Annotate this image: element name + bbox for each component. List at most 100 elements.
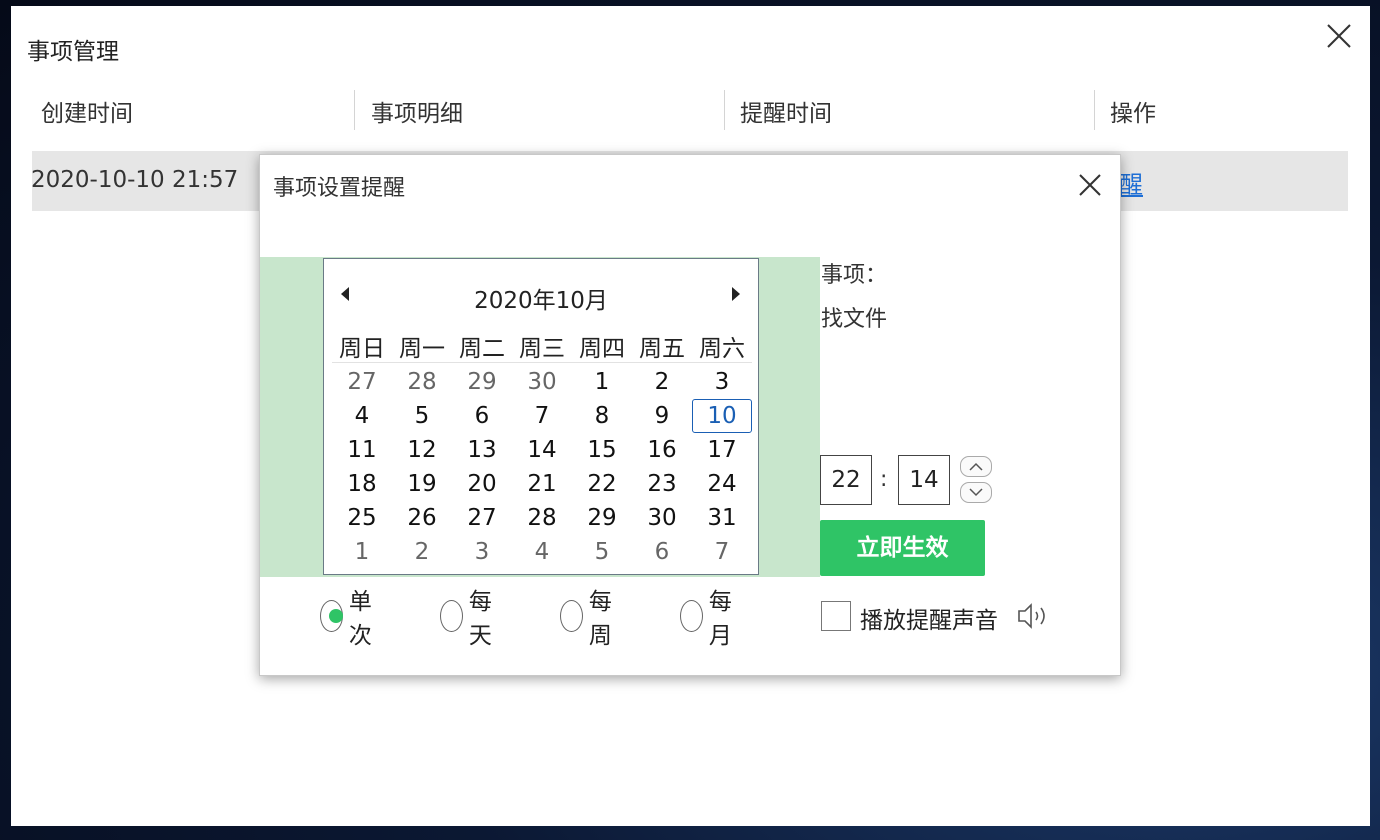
- calendar-day[interactable]: 19: [392, 467, 452, 501]
- radio-button-checked[interactable]: [320, 600, 343, 632]
- calendar-day[interactable]: 14: [512, 433, 572, 467]
- radio-label: 每月: [708, 589, 732, 649]
- calendar-day[interactable]: 31: [692, 501, 752, 535]
- next-month-button[interactable]: [729, 285, 743, 303]
- calendar-week-row: 11 12 13 14 15 16 17: [332, 433, 752, 467]
- calendar-day[interactable]: 27: [332, 365, 392, 399]
- calendar-day[interactable]: 7: [512, 399, 572, 433]
- calendar-day[interactable]: 6: [452, 399, 512, 433]
- calendar-day[interactable]: 4: [332, 399, 392, 433]
- calendar-day[interactable]: 28: [392, 365, 452, 399]
- radio-monthly[interactable]: 每月: [680, 589, 741, 649]
- minute-input[interactable]: 14: [898, 455, 950, 505]
- calendar-day[interactable]: 3: [452, 535, 512, 569]
- calendar-day[interactable]: 25: [332, 501, 392, 535]
- calendar-day-grid: 27 28 29 30 1 2 3 4 5 6 7 8 9 10 11 12 1…: [332, 365, 752, 569]
- weekday-label: 周六: [699, 336, 745, 362]
- calendar-day[interactable]: 29: [452, 365, 512, 399]
- calendar-week-row: 27 28 29 30 1 2 3: [332, 365, 752, 399]
- column-header-created: 创建时间: [41, 101, 133, 127]
- calendar-day[interactable]: 9: [632, 399, 692, 433]
- calendar-day[interactable]: 21: [512, 467, 572, 501]
- radio-label: 单次: [348, 589, 372, 649]
- column-header-remind-time: 提醒时间: [740, 101, 832, 127]
- dialog-close-button[interactable]: [1077, 172, 1103, 198]
- column-header-detail: 事项明细: [371, 101, 463, 127]
- time-decrement-button[interactable]: [960, 482, 992, 503]
- chevron-up-icon: [969, 462, 983, 471]
- calendar-week-row: 18 19 20 21 22 23 24: [332, 467, 752, 501]
- calendar-day[interactable]: 26: [392, 501, 452, 535]
- calendar-day[interactable]: 24: [692, 467, 752, 501]
- calendar-day[interactable]: 11: [332, 433, 392, 467]
- apply-now-button[interactable]: 立即生效: [820, 520, 985, 576]
- weekday-label: 周三: [519, 336, 565, 362]
- calendar-day[interactable]: 1: [572, 365, 632, 399]
- calendar-day[interactable]: 23: [632, 467, 692, 501]
- radio-weekly[interactable]: 每周: [560, 589, 621, 649]
- calendar-day[interactable]: 29: [572, 501, 632, 535]
- window-close-button[interactable]: [1325, 22, 1353, 50]
- calendar-day[interactable]: 27: [452, 501, 512, 535]
- item-label: 事项：: [821, 263, 888, 288]
- calendar-day[interactable]: 22: [572, 467, 632, 501]
- calendar-day[interactable]: 5: [392, 399, 452, 433]
- speaker-icon[interactable]: [1017, 601, 1051, 631]
- column-divider: [354, 90, 355, 130]
- calendar-day[interactable]: 5: [572, 535, 632, 569]
- radio-daily[interactable]: 每天: [440, 589, 501, 649]
- radio-once[interactable]: 单次: [320, 589, 381, 649]
- calendar-day[interactable]: 8: [572, 399, 632, 433]
- weekday-label: 周日: [339, 336, 385, 362]
- time-separator: :: [880, 467, 888, 492]
- row-remind-link[interactable]: 醒: [1119, 165, 1143, 200]
- chevron-right-icon: [732, 287, 740, 301]
- calendar-day[interactable]: 15: [572, 433, 632, 467]
- calendar-week-row: 25 26 27 28 29 30 31: [332, 501, 752, 535]
- close-icon: [1327, 24, 1351, 48]
- calendar-day[interactable]: 30: [632, 501, 692, 535]
- calendar-day[interactable]: 20: [452, 467, 512, 501]
- weekday-label: 周一: [399, 336, 445, 362]
- calendar-day[interactable]: 30: [512, 365, 572, 399]
- radio-label: 每周: [588, 589, 612, 649]
- column-divider: [724, 90, 725, 130]
- calendar-day[interactable]: 7: [692, 535, 752, 569]
- calendar-day[interactable]: 2: [632, 365, 692, 399]
- calendar-day[interactable]: 6: [632, 535, 692, 569]
- calendar-day[interactable]: 18: [332, 467, 392, 501]
- calendar-day[interactable]: 13: [452, 433, 512, 467]
- column-divider: [1094, 90, 1095, 130]
- calendar-day[interactable]: 3: [692, 365, 752, 399]
- calendar-weekday-header: 周日 周一 周二 周三 周四 周五 周六: [332, 329, 752, 363]
- weekday-label: 周四: [579, 336, 625, 362]
- calendar-day[interactable]: 1: [332, 535, 392, 569]
- weekday-label: 周五: [639, 336, 685, 362]
- window-title: 事项管理: [27, 39, 119, 65]
- calendar-week-row: 4 5 6 7 8 9 10: [332, 399, 752, 433]
- radio-button[interactable]: [680, 600, 703, 632]
- column-header-action: 操作: [1110, 101, 1156, 127]
- calendar-day[interactable]: 12: [392, 433, 452, 467]
- play-sound-checkbox[interactable]: [821, 601, 851, 631]
- calendar-day[interactable]: 16: [632, 433, 692, 467]
- radio-button[interactable]: [560, 600, 583, 632]
- radio-label: 每天: [468, 589, 492, 649]
- calendar-day[interactable]: 17: [692, 433, 752, 467]
- calendar-week-row: 1 2 3 4 5 6 7: [332, 535, 752, 569]
- calendar-month-label: 2020年10月: [474, 288, 608, 314]
- item-value: 找文件: [821, 307, 888, 332]
- calendar-day[interactable]: 4: [512, 535, 572, 569]
- radio-button[interactable]: [440, 600, 463, 632]
- weekday-label: 周二: [459, 336, 505, 362]
- time-increment-button[interactable]: [960, 456, 992, 477]
- calendar-day[interactable]: 28: [512, 501, 572, 535]
- play-sound-label: 播放提醒声音: [860, 608, 998, 634]
- calendar-day-selected[interactable]: 10: [692, 399, 752, 433]
- calendar-day[interactable]: 2: [392, 535, 452, 569]
- hour-input[interactable]: 22: [820, 455, 872, 505]
- reminder-settings-dialog: 事项设置提醒 2020年10月 周日 周一 周二 周三 周四 周五 周六 27 …: [259, 154, 1121, 676]
- chevron-down-icon: [969, 488, 983, 497]
- dialog-title: 事项设置提醒: [273, 176, 406, 201]
- row-created-time: 2020-10-10 21:57: [31, 167, 239, 193]
